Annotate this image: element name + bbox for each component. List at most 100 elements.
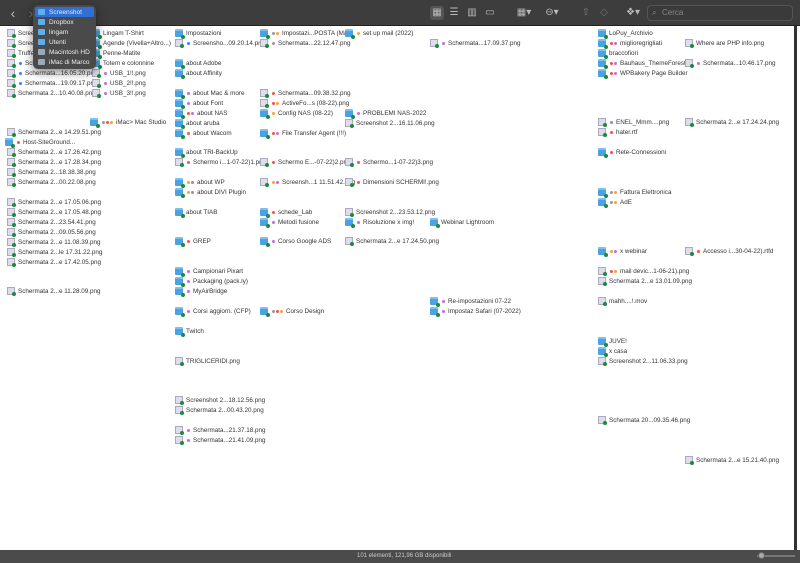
folder-item[interactable]: about Font (175, 98, 223, 109)
file-item[interactable]: Schermata...19.09.17.png (7, 78, 97, 88)
folder-item[interactable]: Risoluzione x img! (345, 217, 414, 228)
folder-item[interactable]: about Mac & more (175, 88, 244, 99)
folder-item[interactable]: about Adobe (175, 58, 221, 69)
folder-item[interactable]: about Affinity (175, 68, 222, 79)
file-item[interactable]: Schermata 2...e 13.01.09.png (598, 276, 692, 286)
group-by-button[interactable]: ▦▾ (515, 6, 533, 20)
file-item[interactable]: Schermata 2...e 17.26.42.png (7, 147, 101, 157)
file-item[interactable]: hater.rtf (598, 127, 637, 137)
file-item[interactable]: Schermata 2...e 17.24.24.png (685, 117, 779, 127)
share-icon[interactable]: ⇧ (580, 6, 592, 20)
folder-item[interactable]: Corso Design (260, 306, 324, 317)
file-item[interactable]: Schermata 2...e 15.21.40.png (685, 455, 779, 465)
folder-item[interactable]: Lingam T-Shirt (92, 28, 144, 39)
folder-item[interactable]: Impostazioni (175, 28, 221, 39)
file-item[interactable]: USB_2!!.png (92, 78, 146, 88)
file-item[interactable]: Screenshot 2...18.12.56.png (175, 395, 265, 405)
folder-item[interactable]: Agende (Vivella+Altro...) (92, 38, 171, 49)
dropbox-icon[interactable]: ❖▾ (624, 6, 642, 20)
folder-item[interactable]: about WP (175, 177, 225, 188)
file-item[interactable]: Accesso i...30-04-22).rtfd (685, 246, 773, 256)
file-item[interactable]: Schermata 20...09.35.46.png (598, 415, 690, 425)
file-item[interactable]: Schermata 2...e 17.28.34.png (7, 157, 101, 167)
path-menu-item[interactable]: iMac di Marco (35, 57, 94, 67)
file-item[interactable]: Schermata 2...e 14.29.51.png (7, 127, 101, 137)
file-item[interactable]: mail devic...1-06-21).png (598, 266, 689, 276)
tag-icon[interactable]: ◇ (598, 6, 610, 20)
folder-item[interactable]: miglioregrigliati (598, 38, 662, 49)
file-item[interactable]: Schermata 2...e 17.42.05.png (7, 257, 101, 267)
file-item[interactable]: ActiveFo...s (08-22).png (260, 98, 349, 108)
file-item[interactable]: Schermata 2...e 17.24.50.png (345, 236, 439, 246)
gallery-view-button[interactable]: ▭ (484, 6, 496, 20)
folder-item[interactable]: AdE (598, 197, 632, 208)
path-menu-item[interactable]: Screenshot (35, 7, 94, 17)
file-item[interactable]: Screenshot 2...23.53.12.png (345, 207, 435, 217)
file-icon-grid[interactable]: Screensh...Screensh...Truffe ...Schermat… (0, 26, 797, 550)
folder-item[interactable]: Webinar Lightroom (430, 217, 494, 228)
folder-item[interactable]: Totem e colonnine (92, 58, 154, 69)
folder-item[interactable]: WPBakery Page Builder (598, 68, 688, 79)
folder-item[interactable]: Host-SiteGround... (5, 137, 75, 148)
file-item[interactable]: Schermo i...1-07-22)1.png (175, 157, 266, 167)
folder-item[interactable]: MyAirBridge (175, 286, 227, 297)
folder-item[interactable]: Re-impostazioni 07-22 (430, 296, 511, 307)
file-item[interactable]: Schermata 2...00.22.08.png (7, 177, 96, 187)
folder-item[interactable]: Impostaz Safari (07-2022) (430, 306, 521, 317)
file-item[interactable]: Schermata...09.38.32.png (260, 88, 350, 98)
path-menu-item[interactable]: Dropbox (35, 17, 94, 27)
icon-size-slider[interactable] (757, 552, 795, 559)
file-item[interactable]: Schermata 2...le 17.31.22.png (7, 247, 102, 257)
column-view-button[interactable]: ▥ (466, 6, 478, 20)
folder-item[interactable]: Config NAS (08-22) (260, 108, 333, 119)
folder-item[interactable]: Corso Google ADS (260, 236, 331, 247)
file-item[interactable]: USB_3!!.png (92, 88, 146, 98)
folder-item[interactable]: about aruba (175, 118, 220, 129)
file-item[interactable]: Screenshot 2...11.06.33.png (598, 356, 688, 366)
folder-item[interactable]: about DIVI Plugin (175, 187, 246, 198)
folder-item[interactable]: Campionari Pixart (175, 266, 243, 277)
folder-item[interactable]: iMac> Mac Studio (90, 117, 166, 128)
file-item[interactable]: Schermo...1-07-22)3.png (345, 157, 433, 167)
folder-item[interactable]: Penne-Matite (92, 48, 140, 59)
file-item[interactable]: Schermata 2...18.38.38.png (7, 167, 96, 177)
folder-item[interactable]: schede_Lab (260, 207, 312, 218)
folder-item[interactable]: JUVE! (598, 336, 627, 347)
folder-item[interactable]: Corsi aggiorn. (CFP) (175, 306, 251, 317)
file-item[interactable]: Schermata...10.46.17.png (685, 58, 775, 68)
file-item[interactable]: Schermata...22.12.47.png (260, 38, 350, 48)
path-menu-item[interactable]: Utenti (35, 37, 94, 47)
folder-item[interactable]: GREP (175, 236, 211, 247)
file-item[interactable]: Where are PHP info.png (685, 38, 764, 48)
file-item[interactable]: Screenshot 2...16.11.06.png (345, 118, 435, 128)
file-item[interactable]: Schermata 2...23.54.41.png (7, 217, 96, 227)
file-item[interactable]: Screensho...09.20.14.png (175, 38, 265, 48)
folder-item[interactable]: Rete-Connessioni (598, 147, 666, 158)
folder-item[interactable]: File Transfer Agent (!!!) (260, 128, 346, 139)
path-menu-item[interactable]: lingam (35, 27, 94, 37)
file-item[interactable]: Schermata 2...10.40.08.png (7, 88, 96, 98)
search-input[interactable]: ⌕ Cerca (647, 5, 793, 21)
file-item[interactable]: Schermata...21.37.18.png (175, 425, 265, 435)
list-view-button[interactable]: ☰ (448, 6, 460, 20)
file-item[interactable]: Schermata 2...e 17.05.06.png (7, 197, 101, 207)
folder-item[interactable]: Packaging (pack.ly) (175, 276, 248, 287)
folder-item[interactable]: Impostazi...POSTA (Mail) (260, 28, 352, 39)
folder-item[interactable]: LoPuy_Archivio (598, 28, 653, 39)
folder-item[interactable]: about Wacom (175, 128, 232, 139)
folder-item[interactable]: about TRI-BackUp (175, 147, 238, 158)
folder-item[interactable]: Bauhaus_ThemeForest (598, 58, 686, 69)
file-item[interactable]: Schermata 2...e 17.05.48.png (7, 207, 101, 217)
file-item[interactable]: Schermata 2...e 11.08.39.png (7, 237, 101, 247)
folder-item[interactable]: set up mail (2022) (345, 28, 413, 39)
path-menu[interactable]: Screenshot Dropbox lingam Utenti Macintosh H… (33, 5, 96, 69)
file-item[interactable]: TRIGLICERIDI.png (175, 356, 240, 366)
folder-item[interactable]: x webinar (598, 246, 647, 257)
back-button[interactable]: ‹ (8, 6, 18, 20)
file-item[interactable]: Schermata...17.09.37.png (430, 38, 520, 48)
file-item[interactable]: Schermata 2...e 11.28.09.png (7, 286, 101, 296)
folder-item[interactable]: Twitch (175, 326, 204, 337)
folder-item[interactable]: PROBLEMI NAS-2022 (345, 108, 426, 119)
file-item[interactable]: Dimensioni SCHERMI!.png (345, 177, 439, 187)
file-item[interactable]: mahh....!.mov (598, 296, 647, 306)
